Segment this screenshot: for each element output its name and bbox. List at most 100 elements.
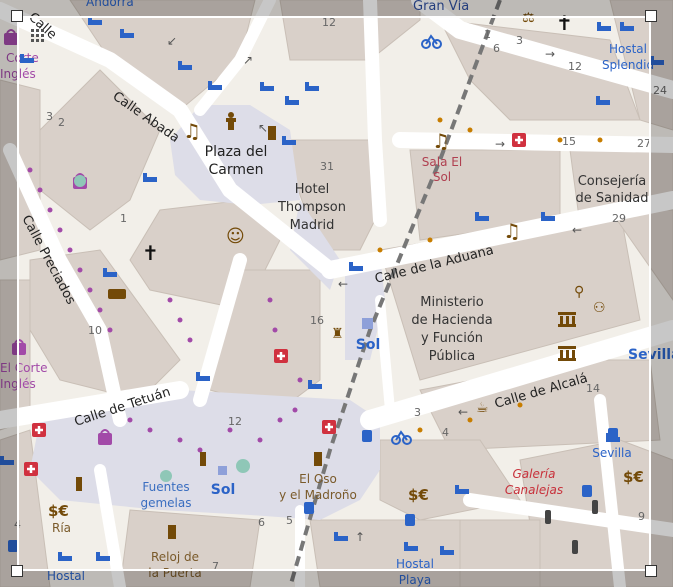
crop-handle-top-right[interactable] (645, 10, 657, 22)
fountain-icon[interactable] (236, 459, 250, 473)
pharmacy-cross-icon[interactable] (32, 423, 46, 437)
house-number: 7 (212, 560, 219, 573)
crop-handle-bottom-right[interactable] (645, 565, 657, 577)
bus-stop-icon[interactable] (582, 485, 592, 497)
label-hostal-splendid-line2: Splendid (602, 58, 654, 72)
people-icon[interactable]: ⚇ (593, 300, 606, 316)
label-hostal-splendid-line1: Hostal (609, 42, 647, 56)
traffic-light-icon[interactable] (545, 510, 551, 524)
label-andorra: Andorra (86, 0, 134, 9)
label-metro-sol-bottom: Sol (211, 482, 236, 498)
currency-exchange-icon[interactable]: $€ (48, 502, 69, 520)
house-number: 12 (568, 60, 582, 73)
house-number: 10 (88, 324, 102, 337)
church-cross-icon[interactable]: ✝ (556, 11, 573, 35)
pharmacy-cross-icon[interactable] (512, 133, 526, 147)
house-number: 12 (228, 415, 242, 428)
house-number: 16 (310, 314, 324, 327)
house-number: 9 (638, 510, 645, 523)
oneway-arrow-icon: ← (338, 277, 348, 291)
house-number: 5 (286, 514, 293, 527)
label-fuentes-line2: gemelas (140, 496, 191, 510)
fountain-icon[interactable] (74, 175, 86, 187)
metro-sol-icon[interactable] (218, 466, 227, 475)
house-number: 14 (586, 382, 600, 395)
music-note-icon[interactable]: ♫ (183, 119, 201, 143)
label-ministerio-line4: Pública (429, 349, 475, 364)
label-ministerio-line2: de Hacienda (411, 313, 492, 328)
theatre-mask-icon[interactable]: ☺ (226, 226, 245, 247)
scales-icon[interactable]: ⚖ (522, 10, 535, 26)
pharmacy-cross-icon[interactable] (274, 349, 288, 363)
label-reloj-line2: la Puerta (148, 566, 202, 580)
bus-stop-icon[interactable] (304, 502, 314, 514)
traffic-light-icon[interactable] (592, 500, 598, 514)
police-icon[interactable]: ♜ (331, 326, 344, 342)
bus-stop-icon[interactable] (8, 540, 18, 552)
bus-stop-icon[interactable] (608, 428, 618, 440)
oneway-arrow-icon: ↗ (243, 53, 253, 67)
oneway-arrow-icon: → (495, 137, 505, 151)
label-sevilla-small: Sevilla (592, 446, 631, 460)
label-ministerio-line1: Ministerio (420, 295, 484, 310)
oneway-arrow-icon: ← (572, 223, 582, 237)
bus-stop-icon[interactable] (362, 430, 372, 442)
oneway-arrow-icon: ↖ (258, 121, 268, 135)
traffic-light-icon[interactable] (572, 540, 578, 554)
statue-icon[interactable] (76, 477, 82, 491)
label-plaza-del-carmen-line2: Carmen (209, 162, 264, 178)
house-number: 6 (493, 42, 500, 55)
house-number: 27 (637, 137, 651, 150)
house-number: 12 (322, 16, 336, 29)
oneway-arrow-icon: → (545, 47, 555, 61)
label-galeria-line1: Galería (513, 467, 556, 481)
map-canvas[interactable]: Calle Abada Calle Preciados Calle de la … (0, 0, 673, 587)
label-fuentes-line1: Fuentes (142, 480, 189, 494)
statue-icon[interactable] (314, 452, 322, 466)
statue-icon[interactable] (268, 126, 276, 140)
label-consejeria-line2: de Sanidad (576, 191, 649, 206)
grid-dots-icon (31, 29, 44, 42)
pharmacy-cross-icon[interactable] (322, 420, 336, 434)
currency-exchange-icon[interactable]: $€ (408, 486, 429, 504)
house-number: 15 (562, 135, 576, 148)
metro-sol-icon[interactable] (362, 318, 373, 329)
bank-icon[interactable] (558, 312, 576, 327)
church-cross-icon[interactable]: ✝ (142, 241, 159, 265)
pharmacy-cross-icon[interactable] (24, 462, 38, 476)
currency-exchange-icon[interactable]: $€ (623, 468, 644, 486)
bank-icon[interactable] (558, 346, 576, 361)
crop-handle-bottom-left[interactable] (11, 565, 23, 577)
house-number: 6 (258, 516, 265, 529)
label-hotel-line3: Madrid (290, 218, 335, 233)
music-note-icon[interactable]: ♫ (503, 219, 521, 243)
toilets-icon[interactable]: ⚲ (574, 284, 584, 300)
label-reloj-line1: Reloj de (151, 550, 199, 564)
cafe-cup-icon[interactable]: ☕ (476, 400, 489, 416)
house-number: 4 (14, 518, 21, 531)
music-note-icon[interactable]: ♫ (432, 129, 450, 153)
house-number: 1 (484, 28, 491, 41)
bank-icon[interactable] (108, 289, 126, 299)
map-viewport[interactable]: Calle Abada Calle Preciados Calle de la … (0, 0, 673, 587)
house-number: 29 (612, 212, 626, 225)
label-metro-sevilla: Sevilla (628, 347, 673, 363)
house-number: 4 (442, 426, 449, 439)
house-number: 24 (653, 84, 667, 97)
label-metro-sol-top: Sol (356, 337, 381, 353)
label-el-oso-line2: y el Madroño (279, 488, 357, 502)
label-corte-mid-line1: El Corte (0, 361, 47, 375)
oneway-arrow-icon: ↙ (167, 34, 177, 48)
label-ria: Ría (52, 521, 71, 535)
label-plaza-del-carmen-line1: Plaza del (205, 144, 268, 160)
statue-icon[interactable] (200, 452, 206, 466)
bus-stop-icon[interactable] (405, 514, 415, 526)
statue-icon[interactable] (168, 525, 176, 539)
label-galeria-line2: Canalejas (505, 483, 563, 497)
fountain-icon[interactable] (160, 470, 172, 482)
house-number: 31 (320, 160, 334, 173)
house-number: 1 (120, 212, 127, 225)
label-corte-mid-line2: Inglés (0, 377, 36, 391)
crop-handle-top-left[interactable] (11, 10, 23, 22)
label-corte-top-line2: Inglés (0, 67, 36, 81)
